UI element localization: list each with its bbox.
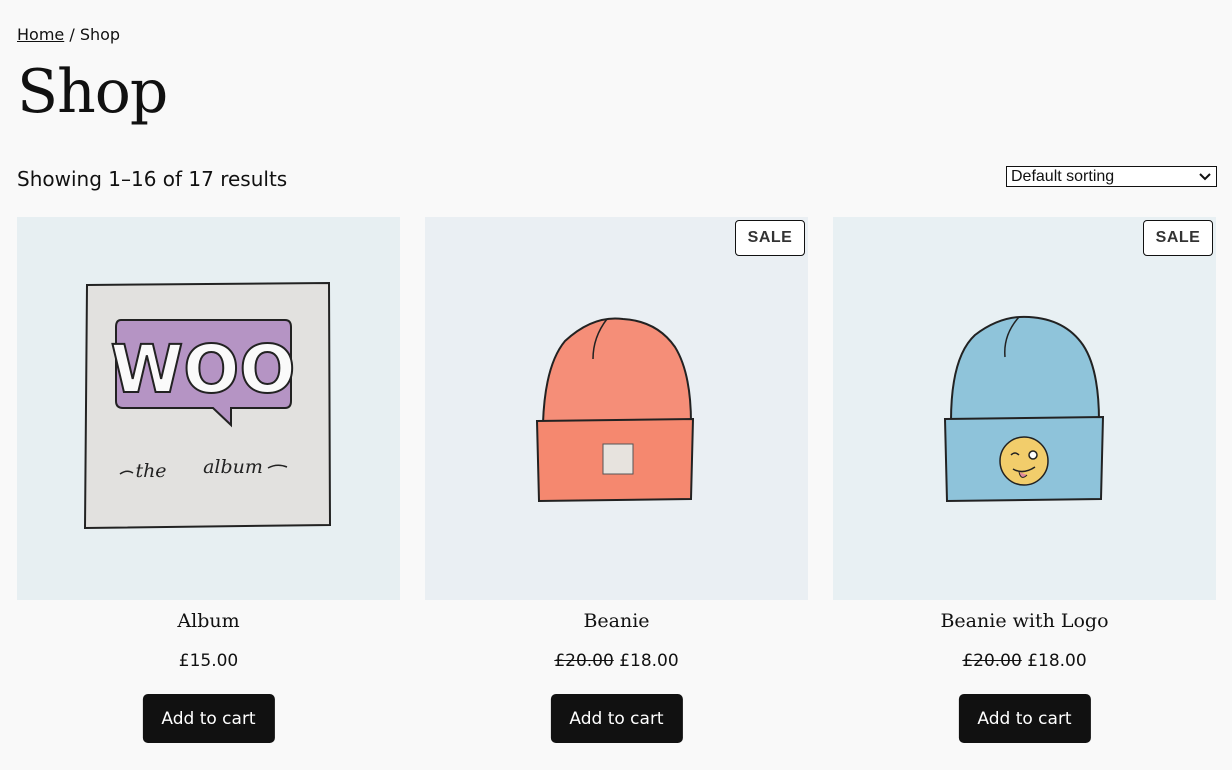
regular-price: £20.00 [554,651,614,671]
product-name[interactable]: Beanie [425,610,808,632]
add-to-cart-button[interactable]: Add to cart [550,694,683,743]
product-image-album[interactable]: WOO the album [17,217,400,600]
add-to-cart-button[interactable]: Add to cart [142,694,275,743]
album-subtitle-right: album [203,456,263,478]
current-price: £15.00 [178,651,239,671]
orange-beanie-image [535,317,695,503]
breadcrumb: Home / Shop [17,25,120,44]
sort-select-value: Default sorting [1011,167,1115,185]
page-title: Shop [17,57,168,127]
product-price: £20.00 £18.00 [833,651,1216,671]
product-card-beanie-with-logo: SALE Beanie with Logo £20.00 £18.00 Add … [833,217,1216,747]
blue-beanie-logo-image [943,315,1105,503]
album-subtitle-left: the [135,460,166,482]
shop-page: Home / Shop Shop Showing 1–16 of 17 resu… [0,0,1232,770]
woo-album-image: WOO the album [83,281,332,530]
sort-select[interactable]: Default sorting [1006,166,1217,187]
regular-price: £20.00 [962,651,1022,671]
product-image-beanie-with-logo[interactable]: SALE [833,217,1216,600]
product-card-beanie: SALE Beanie £20.00 £18.00 Add to cart [425,217,808,747]
product-card-album: WOO the album Album £15.00 Add to cart [17,217,400,747]
sale-price: £18.00 [1027,651,1087,671]
result-count: Showing 1–16 of 17 results [17,167,288,191]
product-price: £15.00 [17,651,400,671]
product-price: £20.00 £18.00 [425,651,808,671]
breadcrumb-current: Shop [79,25,121,44]
chevron-down-icon [1198,170,1212,184]
product-name[interactable]: Album [17,610,400,632]
sale-price: £18.00 [619,651,679,671]
product-name[interactable]: Beanie with Logo [833,610,1216,632]
add-to-cart-button[interactable]: Add to cart [958,694,1091,743]
product-image-beanie[interactable]: SALE [425,217,808,600]
breadcrumb-home-link[interactable]: Home [17,25,64,44]
album-logo-text: WOO [110,331,295,408]
sale-badge: SALE [735,220,805,256]
sale-badge: SALE [1143,220,1213,256]
breadcrumb-separator: / [64,25,80,44]
